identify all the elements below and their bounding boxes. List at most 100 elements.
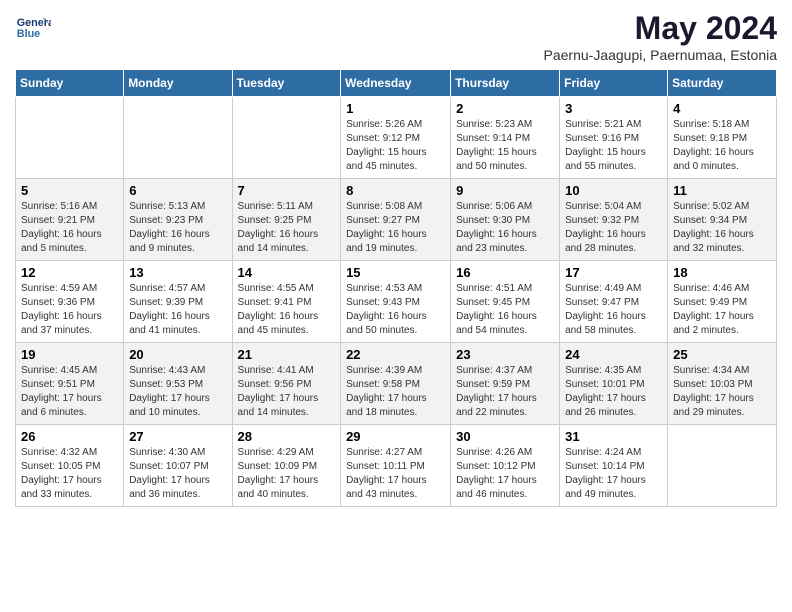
day-number: 25 (673, 347, 771, 362)
day-header-monday: Monday (124, 70, 232, 97)
calendar-cell: 14Sunrise: 4:55 AMSunset: 9:41 PMDayligh… (232, 261, 341, 343)
day-number: 21 (238, 347, 336, 362)
day-number: 27 (129, 429, 226, 444)
day-info: Sunrise: 5:26 AMSunset: 9:12 PMDaylight:… (346, 118, 445, 174)
day-header-wednesday: Wednesday (341, 70, 451, 97)
calendar-cell: 6Sunrise: 5:13 AMSunset: 9:23 PMDaylight… (124, 179, 232, 261)
day-number: 31 (565, 429, 662, 444)
day-info: Sunrise: 5:11 AMSunset: 9:25 PMDaylight:… (238, 200, 336, 256)
day-info: Sunrise: 5:21 AMSunset: 9:16 PMDaylight:… (565, 118, 662, 174)
day-info: Sunrise: 4:32 AMSunset: 10:05 PMDaylight… (21, 446, 118, 502)
calendar-cell: 15 Sunrise: 4:53 AMSunset: 9:43 PMDayligh… (341, 261, 451, 343)
calendar-cell: 13Sunrise: 4:57 AMSunset: 9:39 PMDayligh… (124, 261, 232, 343)
day-info: Sunrise: 5:04 AMSunset: 9:32 PMDaylight:… (565, 200, 662, 256)
day-info: Sunrise: 4:53 AMSunset: 9:43 PMDaylight:… (346, 282, 445, 338)
day-info: Sunrise: 4:49 AMSunset: 9:47 PMDaylight:… (565, 282, 662, 338)
day-number: 15 (346, 265, 445, 280)
day-info: Sunrise: 4:39 AMSunset: 9:58 PMDaylight:… (346, 364, 445, 420)
day-info: Sunrise: 4:45 AMSunset: 9:51 PMDaylight:… (21, 364, 118, 420)
calendar-cell: 7 Sunrise: 5:11 AMSunset: 9:25 PMDaylight… (232, 179, 341, 261)
day-number: 4 (673, 101, 771, 116)
day-header-friday: Friday (560, 70, 668, 97)
calendar-cell: 16 Sunrise: 4:51 AMSunset: 9:45 PMDayligh… (451, 261, 560, 343)
calendar-cell: 8Sunrise: 5:08 AMSunset: 9:27 PMDaylight… (341, 179, 451, 261)
day-number: 3 (565, 101, 662, 116)
calendar-cell (668, 425, 777, 507)
day-info: Sunrise: 4:30 AMSunset: 10:07 PMDaylight… (129, 446, 226, 502)
calendar-table: SundayMondayTuesdayWednesdayThursdayFrid… (15, 69, 777, 507)
calendar-cell: 24 Sunrise: 4:35 AMSunset: 10:01 PMDaylig… (560, 343, 668, 425)
day-header-saturday: Saturday (668, 70, 777, 97)
calendar-cell (16, 97, 124, 179)
calendar-cell (232, 97, 341, 179)
day-number: 7 (238, 183, 336, 198)
calendar-cell: 31 Sunrise: 4:24 AMSunset: 10:14 PMDaylig… (560, 425, 668, 507)
calendar-week-3: 12Sunrise: 4:59 AMSunset: 9:36 PMDayligh… (16, 261, 777, 343)
day-info: Sunrise: 5:06 AMSunset: 9:30 PMDaylight:… (456, 200, 554, 256)
day-number: 17 (565, 265, 662, 280)
calendar-cell: 27 Sunrise: 4:30 AMSunset: 10:07 PMDaylig… (124, 425, 232, 507)
calendar-cell: 17 Sunrise: 4:49 AMSunset: 9:47 PMDayligh… (560, 261, 668, 343)
day-number: 5 (21, 183, 118, 198)
day-number: 11 (673, 183, 771, 198)
main-title: May 2024 (544, 10, 777, 47)
day-number: 28 (238, 429, 336, 444)
day-info: Sunrise: 4:26 AMSunset: 10:12 PMDaylight… (456, 446, 554, 502)
calendar-cell: 28 Sunrise: 4:29 AMSunset: 10:09 PMDaylig… (232, 425, 341, 507)
day-number: 22 (346, 347, 445, 362)
logo: General Blue (15, 10, 51, 46)
day-info: Sunrise: 4:41 AMSunset: 9:56 PMDaylight:… (238, 364, 336, 420)
calendar-cell: 25 Sunrise: 4:34 AMSunset: 10:03 PMDaylig… (668, 343, 777, 425)
calendar-cell: 11Sunrise: 5:02 AMSunset: 9:34 PMDayligh… (668, 179, 777, 261)
calendar-cell: 9 Sunrise: 5:06 AMSunset: 9:30 PMDaylight… (451, 179, 560, 261)
day-number: 6 (129, 183, 226, 198)
calendar-cell: 5Sunrise: 5:16 AMSunset: 9:21 PMDaylight… (16, 179, 124, 261)
day-header-sunday: Sunday (16, 70, 124, 97)
day-info: Sunrise: 5:18 AMSunset: 9:18 PMDaylight:… (673, 118, 771, 174)
day-info: Sunrise: 4:35 AMSunset: 10:01 PMDaylight… (565, 364, 662, 420)
calendar-cell: 4 Sunrise: 5:18 AMSunset: 9:18 PMDaylight… (668, 97, 777, 179)
calendar-cell: 20Sunrise: 4:43 AMSunset: 9:53 PMDayligh… (124, 343, 232, 425)
calendar-cell: 18Sunrise: 4:46 AMSunset: 9:49 PMDayligh… (668, 261, 777, 343)
day-number: 14 (238, 265, 336, 280)
day-info: Sunrise: 4:24 AMSunset: 10:14 PMDaylight… (565, 446, 662, 502)
calendar-week-5: 26 Sunrise: 4:32 AMSunset: 10:05 PMDaylig… (16, 425, 777, 507)
day-number: 12 (21, 265, 118, 280)
calendar-header-row: SundayMondayTuesdayWednesdayThursdayFrid… (16, 70, 777, 97)
day-info: Sunrise: 4:43 AMSunset: 9:53 PMDaylight:… (129, 364, 226, 420)
day-number: 8 (346, 183, 445, 198)
day-number: 1 (346, 101, 445, 116)
calendar-cell: 22 Sunrise: 4:39 AMSunset: 9:58 PMDayligh… (341, 343, 451, 425)
calendar-cell (124, 97, 232, 179)
calendar-cell: 23Sunrise: 4:37 AMSunset: 9:59 PMDayligh… (451, 343, 560, 425)
svg-text:Blue: Blue (17, 28, 40, 40)
calendar-week-4: 19Sunrise: 4:45 AMSunset: 9:51 PMDayligh… (16, 343, 777, 425)
day-info: Sunrise: 4:46 AMSunset: 9:49 PMDaylight:… (673, 282, 771, 338)
calendar-cell: 1 Sunrise: 5:26 AMSunset: 9:12 PMDaylight… (341, 97, 451, 179)
calendar-cell: 19Sunrise: 4:45 AMSunset: 9:51 PMDayligh… (16, 343, 124, 425)
day-number: 29 (346, 429, 445, 444)
calendar-cell: 21 Sunrise: 4:41 AMSunset: 9:56 PMDayligh… (232, 343, 341, 425)
day-number: 10 (565, 183, 662, 198)
day-number: 26 (21, 429, 118, 444)
calendar-body: 1 Sunrise: 5:26 AMSunset: 9:12 PMDaylight… (16, 97, 777, 507)
title-block: May 2024 Paernu-Jaagupi, Paernumaa, Esto… (544, 10, 777, 63)
calendar-cell: 29Sunrise: 4:27 AMSunset: 10:11 PMDaylig… (341, 425, 451, 507)
calendar-cell: 2Sunrise: 5:23 AMSunset: 9:14 PMDaylight… (451, 97, 560, 179)
day-info: Sunrise: 4:37 AMSunset: 9:59 PMDaylight:… (456, 364, 554, 420)
calendar-week-2: 5Sunrise: 5:16 AMSunset: 9:21 PMDaylight… (16, 179, 777, 261)
day-header-tuesday: Tuesday (232, 70, 341, 97)
day-info: Sunrise: 4:29 AMSunset: 10:09 PMDaylight… (238, 446, 336, 502)
day-number: 24 (565, 347, 662, 362)
calendar-cell: 10 Sunrise: 5:04 AMSunset: 9:32 PMDayligh… (560, 179, 668, 261)
day-number: 16 (456, 265, 554, 280)
subtitle: Paernu-Jaagupi, Paernumaa, Estonia (544, 47, 777, 63)
calendar-week-1: 1 Sunrise: 5:26 AMSunset: 9:12 PMDaylight… (16, 97, 777, 179)
calendar-cell: 30Sunrise: 4:26 AMSunset: 10:12 PMDaylig… (451, 425, 560, 507)
calendar-cell: 3 Sunrise: 5:21 AMSunset: 9:16 PMDaylight… (560, 97, 668, 179)
calendar-cell: 12Sunrise: 4:59 AMSunset: 9:36 PMDayligh… (16, 261, 124, 343)
day-info: Sunrise: 4:34 AMSunset: 10:03 PMDaylight… (673, 364, 771, 420)
day-number: 9 (456, 183, 554, 198)
day-info: Sunrise: 4:51 AMSunset: 9:45 PMDaylight:… (456, 282, 554, 338)
day-info: Sunrise: 5:23 AMSunset: 9:14 PMDaylight:… (456, 118, 554, 174)
